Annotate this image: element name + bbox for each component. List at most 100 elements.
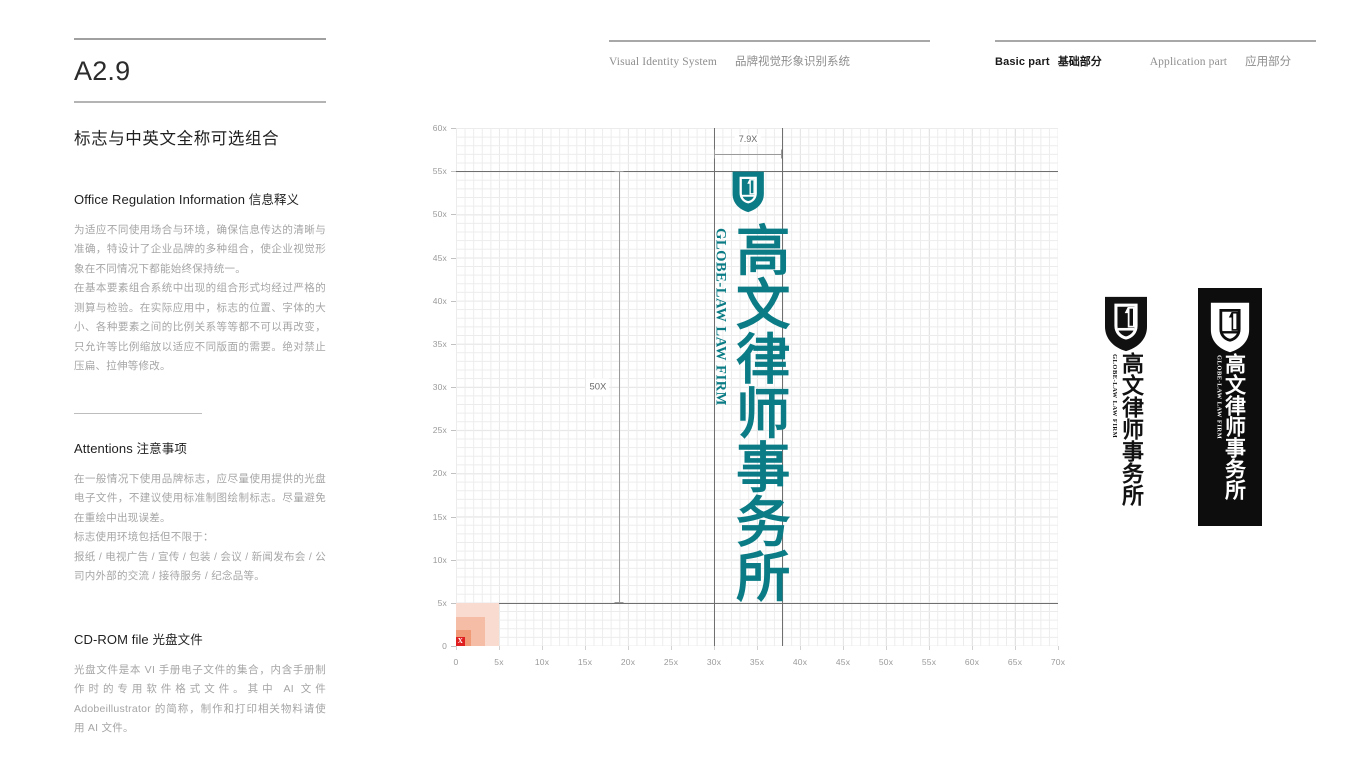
section-heading-cn: 光盘文件 xyxy=(152,632,203,647)
x-unit-swatch: X xyxy=(456,602,499,646)
dimension-line xyxy=(619,171,621,603)
y-axis-tick-label: 35x xyxy=(432,338,447,349)
y-axis-tick-label: 5x xyxy=(437,597,447,608)
paragraph: 标志使用环境包括但不限于： xyxy=(74,531,214,544)
dimension-label: 7.9X xyxy=(734,133,762,144)
dimension-width-7-9x: 7.9X xyxy=(714,133,782,163)
y-axis-tick-label: 40x xyxy=(432,295,447,306)
section-office-regulation: Office Regulation Information 信息释义 为适应不同… xyxy=(74,189,326,377)
logo-text-block: 高文律师事务所 GLOBE-LAW LAW FIRM xyxy=(1111,352,1143,506)
x-axis-tick-label: 55x xyxy=(921,657,937,667)
logo-name-en: GLOBE-LAW LAW FIRM xyxy=(712,227,729,406)
header-nav-group: Basic part 基础部分 Application part 应用部分 xyxy=(995,40,1316,69)
x-axis-tick xyxy=(585,646,586,650)
y-axis-tick-label: 15x xyxy=(432,511,447,522)
x-unit-badge: X xyxy=(456,636,465,646)
globe-law-shield-monogram-icon xyxy=(1105,296,1147,352)
x-axis-tick xyxy=(1058,646,1059,650)
y-axis-tick-label: 50x xyxy=(432,209,447,220)
section-heading-en: Office Regulation Information xyxy=(74,191,246,207)
x-axis-tick xyxy=(628,646,629,650)
x-axis-tick-label: 65x xyxy=(1007,657,1023,667)
header-rule-right xyxy=(995,40,1316,42)
nav-basic-part-en[interactable]: Basic part xyxy=(995,56,1050,68)
section-heading: Attentions 注意事项 xyxy=(74,438,326,457)
x-axis-tick xyxy=(1015,646,1016,650)
paragraph: 报纸 / 电视广告 / 宣传 / 包装 / 会议 / 新闻发布会 / 公司内外部… xyxy=(74,550,326,583)
y-axis-tick-label: 25x xyxy=(432,425,447,436)
dimension-cap-right xyxy=(780,149,782,159)
section-heading-cn: 注意事项 xyxy=(136,441,187,456)
logo-name-cn: 高文律师事务所 xyxy=(1118,352,1143,506)
x-axis-tick xyxy=(886,646,887,650)
x-axis-tick-label: 70x xyxy=(1050,657,1066,667)
dimension-line xyxy=(714,153,782,155)
x-axis-tick-label: 30x xyxy=(706,657,722,667)
logo-text-block: 高文律师事务所 GLOBE-LAW LAW FIRM xyxy=(711,222,790,603)
paragraph: 为适应不同使用场合与环境，确保信息传达的清晰与准确，特设计了企业品牌的多种组合，… xyxy=(74,223,326,275)
section-heading-cn: 信息释义 xyxy=(248,192,300,207)
globe-law-shield-monogram-icon xyxy=(732,171,764,213)
logo-name-cn: 高文律师事务所 xyxy=(726,222,790,603)
x-axis-tick-label: 60x xyxy=(964,657,980,667)
page-code: A2.9 xyxy=(74,56,131,86)
y-axis-tick xyxy=(451,559,456,561)
logo-lockup-black: 高文律师事务所 GLOBE-LAW LAW FIRM xyxy=(1104,296,1148,506)
section-divider xyxy=(74,412,202,414)
section-heading: CD-ROM file 光盘文件 xyxy=(74,629,326,648)
globe-law-shield-monogram-icon xyxy=(1210,302,1250,353)
x-axis-tick xyxy=(456,646,457,650)
x-axis-tick-label: 5x xyxy=(494,657,504,667)
section-cdrom-file: CD-ROM file 光盘文件 光盘文件是本 VI 手册电子文件的集合，内含手… xyxy=(74,629,326,739)
x-axis-tick-label: 20x xyxy=(620,657,636,667)
header-visual-identity-group: Visual Identity System 品牌视觉形象识别系统 xyxy=(609,40,930,69)
vi-manual-page: Visual Identity System 品牌视觉形象识别系统 Basic … xyxy=(0,0,1366,768)
section-heading-en: CD-ROM file xyxy=(74,631,149,647)
logo-name-cn: 高文律师事务所 xyxy=(1222,353,1247,500)
y-axis-tick-label: 55x xyxy=(432,166,447,177)
y-axis-tick-label: 0 xyxy=(442,641,447,651)
construction-grid: 0 5x 10x 15x 20x 25x 30x 35x 40x 45x 50x 55x 60x 0 5x… xyxy=(433,123,1065,667)
header-rule-left xyxy=(609,40,930,42)
y-axis-tick xyxy=(451,387,456,388)
nav-basic-part-cn[interactable]: 基础部分 xyxy=(1058,53,1102,69)
section-heading-en: Attentions xyxy=(74,440,133,456)
paragraph: 在一般情况下使用品牌标志，应尽量使用提供的光盘电子文件，不建议使用标准制图绘制标… xyxy=(74,472,326,524)
logo-lockup-primary: 高文律师事务所 GLOBE-LAW LAW FIRM xyxy=(711,171,790,603)
x-axis-tick-label: 0 xyxy=(453,657,459,667)
logo-lockup-inverted: 高文律师事务所 GLOBE-LAW LAW FIRM xyxy=(1198,288,1262,526)
page-code-rule-bottom xyxy=(74,101,326,103)
y-axis-tick-label: 60x xyxy=(432,123,447,133)
x-axis-tick-label: 45x xyxy=(835,657,851,667)
x-axis-tick xyxy=(542,646,543,650)
x-axis-tick-label: 15x xyxy=(577,657,593,667)
x-axis-tick xyxy=(671,646,672,650)
dimension-height-50x: 50X xyxy=(586,171,628,603)
paragraph: 在基本要素组合系统中出现的组合形式均经过严格的测算与检验。在实际应用中，标志的位… xyxy=(74,282,326,372)
y-axis-tick-label: 45x xyxy=(432,252,447,263)
x-axis-tick xyxy=(972,646,973,650)
x-axis-tick xyxy=(499,646,500,650)
logo-name-en: GLOBE-LAW LAW FIRM xyxy=(1111,354,1118,439)
dimension-label: 50X xyxy=(586,378,610,396)
x-axis-tick xyxy=(929,646,930,650)
nav-application-part-en[interactable]: Application part xyxy=(1150,56,1227,68)
y-axis-tick xyxy=(451,430,456,432)
y-axis-tick xyxy=(451,214,456,216)
x-axis-tick-label: 40x xyxy=(792,657,808,667)
left-content-column: A2.9 标志与中英文全称可选组合 Office Regulation Info… xyxy=(74,38,326,739)
x-axis-tick xyxy=(757,646,758,650)
y-axis-tick xyxy=(451,516,456,518)
dimension-cap-left xyxy=(714,149,715,159)
y-axis-tick xyxy=(451,300,456,302)
paragraph: 光盘文件是本 VI 手册电子文件的集合，内含手册制作时的专用软件格式文件。其中 … xyxy=(74,663,326,735)
page-code-rule-top xyxy=(74,38,326,40)
header-vis-en: Visual Identity System xyxy=(609,56,718,68)
x-axis-tick-label: 25x xyxy=(663,657,679,667)
y-axis-tick xyxy=(451,343,456,345)
nav-application-part-cn[interactable]: 应用部分 xyxy=(1245,53,1291,69)
logo-name-en: GLOBE-LAW LAW FIRM xyxy=(1215,355,1223,440)
section-attentions: Attentions 注意事项 在一般情况下使用品牌标志，应尽量使用提供的光盘电… xyxy=(74,438,326,587)
logo-text-block: 高文律师事务所 GLOBE-LAW LAW FIRM xyxy=(1215,353,1247,500)
x-axis-tick xyxy=(843,646,844,650)
